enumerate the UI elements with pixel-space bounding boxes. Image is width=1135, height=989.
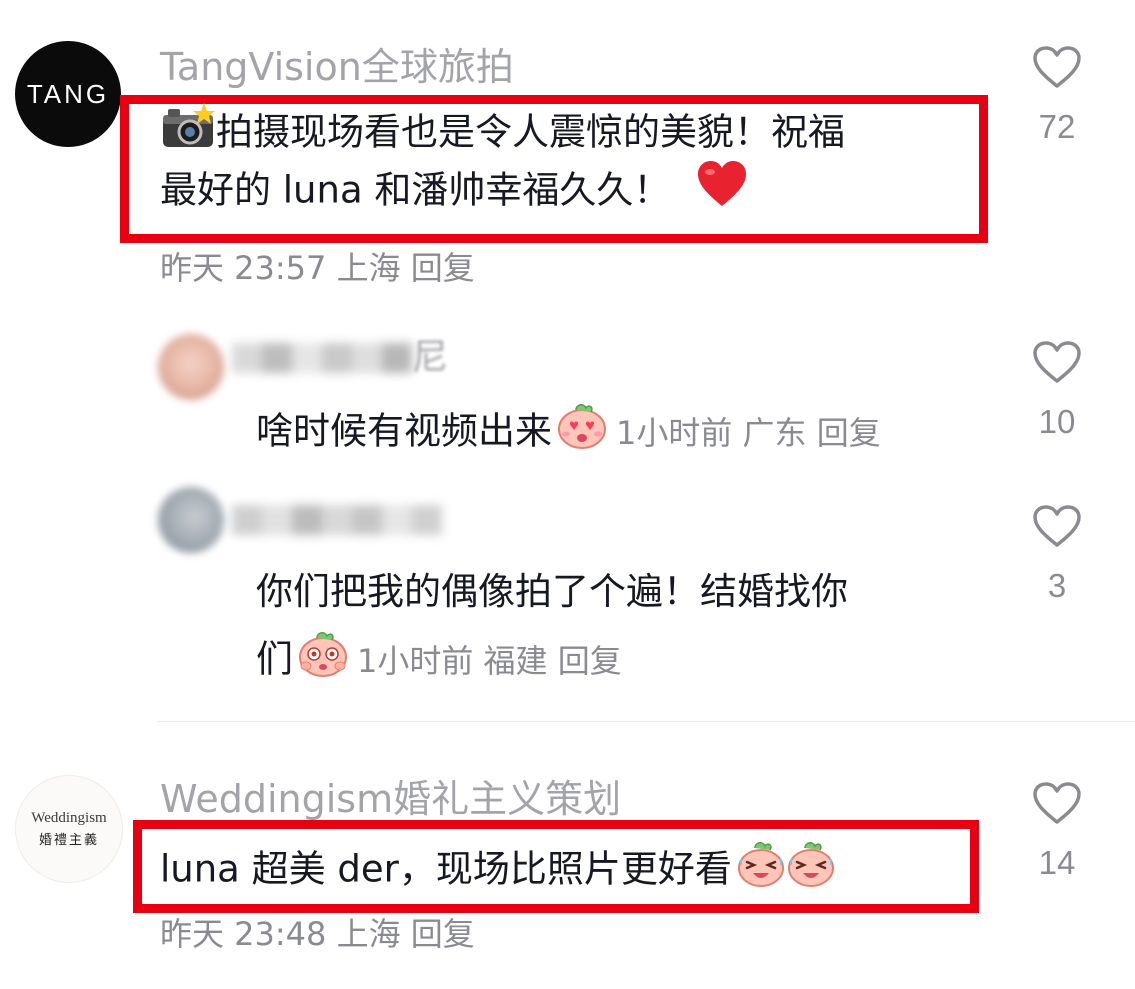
location: 上海 [336, 249, 401, 287]
like-count: 3 [1047, 567, 1067, 604]
red-heart-emoji [696, 160, 748, 224]
reply-button[interactable]: 回复 [558, 642, 622, 680]
like-count: 72 [1038, 108, 1076, 145]
reply-2-text-line1: 你们把我的偶像拍了个遍！结婚找你 [256, 570, 848, 613]
like-heart-icon[interactable] [1012, 780, 1102, 826]
avatar-tangvision[interactable]: TANG [15, 41, 121, 147]
like-count: 14 [1038, 844, 1076, 881]
avatar-sub: 婚禮主義 [38, 832, 99, 847]
comment-text-line1: 拍摄现场看也是令人震惊的美貌！祝福 [160, 103, 845, 165]
username-partial: 尼 [412, 337, 449, 378]
timestamp: 1小时前 [616, 413, 733, 452]
like-heart-icon[interactable] [1012, 339, 1102, 385]
like-group: 72 [1012, 44, 1102, 146]
reply-button[interactable]: 回复 [817, 414, 881, 452]
avatar-weddingism[interactable]: Weddingism 婚禮主義 [15, 775, 123, 883]
timestamp: 1小时前 [357, 641, 474, 680]
timestamp: 昨天 23:48 [160, 915, 327, 953]
username-reply-1[interactable]: 尼 [232, 340, 448, 376]
comment-text-line2: 最好的 luna 和潘帅幸福久久！ [160, 160, 748, 224]
camera-flash-emoji [160, 103, 216, 165]
like-group: 3 [1012, 503, 1102, 605]
reply-button[interactable]: 回复 [411, 915, 475, 953]
starry-eyes-emoji [297, 628, 349, 694]
like-group: 14 [1012, 780, 1102, 882]
avatar-reply-2[interactable] [158, 487, 224, 553]
avatar-text: TANG [26, 78, 110, 109]
location: 上海 [336, 915, 401, 953]
comment-meta: 昨天 23:57 上海 回复 [160, 252, 475, 284]
timestamp: 昨天 23:57 [160, 249, 327, 287]
reply-button[interactable]: 回复 [411, 249, 475, 287]
blurred-username [232, 343, 412, 373]
reply-1-text: 啥时候有视频出来 1小时前 广东 回复 [256, 400, 881, 466]
comment-text: luna 超美 der，现场比照片更好看 [160, 838, 836, 904]
blurred-username [232, 505, 442, 535]
location: 广东 [742, 413, 807, 452]
reply-2-text-line2: 们 1小时前 福建 回复 [256, 628, 622, 694]
divider [158, 721, 1135, 722]
like-heart-icon[interactable] [1012, 44, 1102, 90]
laughing-tears-emoji [736, 838, 786, 904]
avatar-brand: Weddingism [31, 810, 107, 826]
avatar-reply-1[interactable] [158, 334, 224, 400]
location: 福建 [483, 641, 548, 680]
username-reply-2[interactable] [232, 505, 442, 535]
username-weddingism[interactable]: Weddingism婚礼主义策划 [160, 780, 621, 818]
laughing-tears-emoji [786, 838, 836, 904]
heart-eyes-emoji [556, 400, 608, 466]
like-heart-icon[interactable] [1012, 503, 1102, 549]
like-count: 10 [1038, 403, 1076, 440]
username-tangvision[interactable]: TangVision全球旅拍 [160, 48, 514, 86]
comment-meta: 昨天 23:48 上海 回复 [160, 918, 475, 950]
like-group: 10 [1012, 339, 1102, 441]
